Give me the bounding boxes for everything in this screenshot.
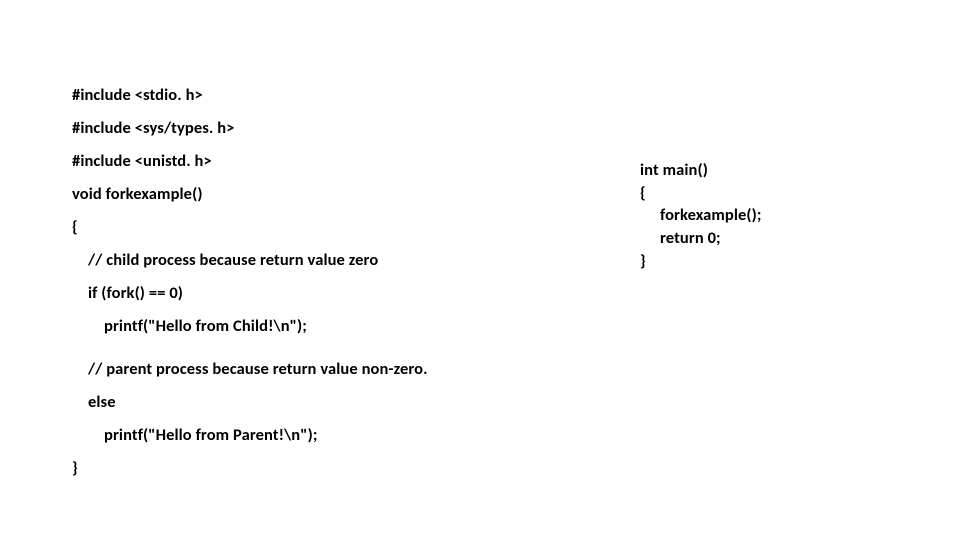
code-line: {	[640, 183, 880, 204]
code-line: return 0;	[640, 228, 880, 249]
code-line: printf("Hello from Child!\n");	[72, 317, 502, 336]
code-line: int main()	[640, 160, 880, 181]
code-block-left: #include <stdio. h> #include <sys/types.…	[72, 86, 502, 492]
code-line: forkexample();	[640, 205, 880, 226]
code-line: void forkexample()	[72, 185, 502, 204]
code-line: printf("Hello from Parent!\n");	[72, 426, 502, 445]
code-line: else	[72, 393, 502, 412]
slide: #include <stdio. h> #include <sys/types.…	[0, 0, 960, 540]
code-line: #include <unistd. h>	[72, 152, 502, 171]
code-line: // parent process because return value n…	[72, 360, 502, 379]
code-line: }	[72, 459, 502, 478]
code-line: }	[640, 251, 880, 272]
code-line: #include <stdio. h>	[72, 86, 502, 105]
code-line: // child process because return value ze…	[72, 251, 502, 270]
code-line: {	[72, 218, 502, 237]
code-block-right: int main() { forkexample(); return 0; }	[640, 160, 880, 273]
code-line: #include <sys/types. h>	[72, 119, 502, 138]
code-line: if (fork() == 0)	[72, 284, 502, 303]
